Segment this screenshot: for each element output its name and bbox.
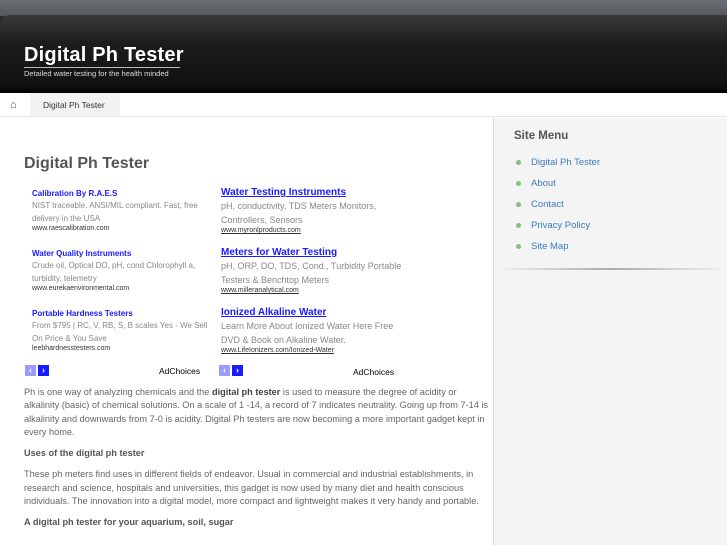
ad-item[interactable]: Portable Hardness Testers From $795 | RC,… bbox=[32, 309, 217, 352]
site-title[interactable]: Digital Ph Tester bbox=[24, 44, 184, 67]
ad-title[interactable]: Ionized Alkaline Water bbox=[221, 307, 406, 318]
ad-item[interactable]: Ionized Alkaline Water Learn More About I… bbox=[221, 307, 406, 354]
paragraph: These ph meters find uses in different f… bbox=[24, 469, 479, 507]
ad-item[interactable]: Calibration By R.A.E.S NIST traceable. AN… bbox=[32, 189, 217, 232]
ad-url[interactable]: www.LifeIonizers.com/Ionized-Water bbox=[221, 347, 406, 354]
bullet-icon bbox=[516, 244, 521, 249]
ad-url[interactable]: leebhardnesstesters.com bbox=[32, 345, 217, 352]
ad-title[interactable]: Calibration By R.A.E.S bbox=[32, 189, 217, 198]
ad-title[interactable]: Water Testing Instruments bbox=[221, 187, 406, 198]
sidebar-title: Site Menu bbox=[514, 130, 569, 142]
ad-desc: NIST traceable. ANSI/MIL compliant. Fast… bbox=[32, 201, 198, 223]
prev-arrow-icon[interactable]: ‹ bbox=[219, 365, 230, 376]
ad-item[interactable]: Water Quality Instruments Crude oil, Opti… bbox=[32, 249, 217, 292]
ad-desc: From $795 | RC, V, RB, S, B scales Yes -… bbox=[32, 321, 208, 343]
bullet-icon bbox=[516, 160, 521, 165]
paragraph: Ph is one way of analyzing chemicals and… bbox=[24, 387, 489, 437]
menu-item[interactable]: Contact bbox=[516, 194, 600, 215]
site-menu: Digital Ph Tester About Contact Privacy … bbox=[516, 152, 600, 257]
menu-item[interactable]: Digital Ph Tester bbox=[516, 152, 600, 173]
section-heading: A digital ph tester for your aquarium, s… bbox=[24, 517, 234, 528]
divider bbox=[504, 268, 719, 270]
title-underline bbox=[24, 67, 180, 68]
sidebar: Site Menu Digital Ph Tester About Contac… bbox=[493, 118, 727, 545]
bullet-icon bbox=[516, 181, 521, 186]
section-heading: Uses of the digital ph tester bbox=[24, 448, 145, 459]
ad-url[interactable]: www.raescalibration.com bbox=[32, 225, 217, 232]
ad-desc: Learn More About Ionized Water Here Free… bbox=[221, 321, 394, 345]
ad-nav: ‹ › bbox=[25, 365, 49, 376]
ad-item[interactable]: Water Testing Instruments pH, conductivit… bbox=[221, 187, 406, 234]
menu-item[interactable]: Site Map bbox=[516, 236, 600, 257]
prev-arrow-icon[interactable]: ‹ bbox=[25, 365, 36, 376]
ad-item[interactable]: Meters for Water Testing pH, ORP, DO, TDS… bbox=[221, 247, 406, 294]
ad-title[interactable]: Meters for Water Testing bbox=[221, 247, 406, 258]
ad-desc: pH, ORP, DO, TDS, Cond., Turbidity Porta… bbox=[221, 261, 402, 285]
ad-url[interactable]: www.milleranalytical.com bbox=[221, 287, 406, 294]
bullet-icon bbox=[516, 223, 521, 228]
ad-url[interactable]: www.eurekaenvironmental.com bbox=[32, 285, 217, 292]
menu-item[interactable]: About bbox=[516, 173, 600, 194]
article-body: Ph is one way of analyzing chemicals and… bbox=[24, 386, 490, 538]
next-arrow-icon[interactable]: › bbox=[232, 365, 243, 376]
page-title: Digital Ph Tester bbox=[24, 155, 150, 172]
site-tagline: Detailed water testing for the health mi… bbox=[24, 69, 169, 78]
ad-nav: ‹ › bbox=[219, 365, 243, 376]
ad-desc: Crude oil, Optical DO, pH, cond Chloroph… bbox=[32, 261, 196, 283]
breadcrumb: ⌂ Digital Ph Tester bbox=[0, 93, 727, 117]
adchoices-link[interactable]: AdChoices bbox=[159, 366, 200, 376]
breadcrumb-current: Digital Ph Tester bbox=[30, 93, 120, 116]
ad-desc: pH, conductivity, TDS Meters Monitors, C… bbox=[221, 201, 377, 225]
ad-title[interactable]: Water Quality Instruments bbox=[32, 249, 217, 258]
next-arrow-icon[interactable]: › bbox=[38, 365, 49, 376]
bullet-icon bbox=[516, 202, 521, 207]
ad-url[interactable]: www.myronlproducts.com bbox=[221, 227, 406, 234]
ad-title[interactable]: Portable Hardness Testers bbox=[32, 309, 217, 318]
home-icon[interactable]: ⌂ bbox=[10, 99, 17, 111]
adchoices-link[interactable]: AdChoices bbox=[353, 367, 394, 377]
menu-item[interactable]: Privacy Policy bbox=[516, 215, 600, 236]
